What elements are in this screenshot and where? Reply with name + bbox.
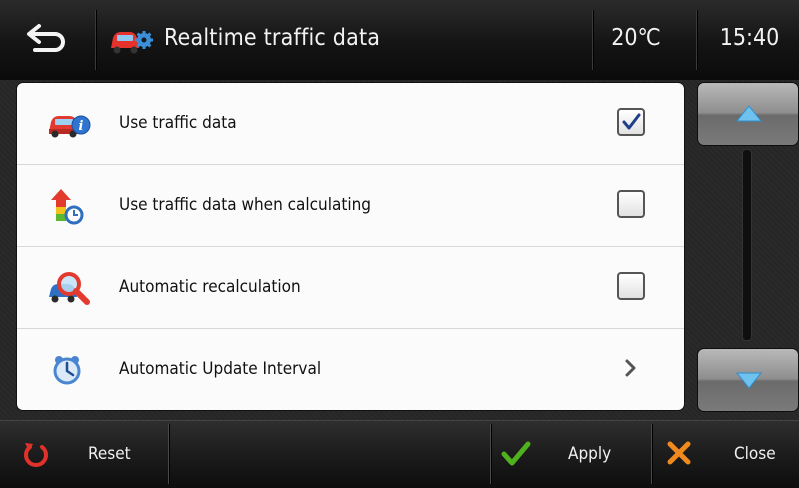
svg-text:i: i — [79, 119, 84, 134]
clock-readout: 15:40 — [719, 25, 780, 51]
setting-label: Use traffic data — [119, 113, 237, 133]
setting-label: Use traffic data when calculating — [119, 195, 372, 215]
automatic-recalculation-checkbox[interactable] — [617, 272, 645, 300]
use-traffic-data-checkbox[interactable] — [617, 108, 645, 136]
setting-use-traffic-data[interactable]: i Use traffic data — [17, 83, 684, 165]
reset-button[interactable]: Reset — [0, 420, 168, 487]
checkmark-icon — [501, 441, 531, 466]
arrow-clock-icon — [51, 189, 84, 225]
use-traffic-data-when-calculating-checkbox[interactable] — [617, 190, 645, 218]
car-settings-icon — [111, 31, 153, 54]
setting-label: Automatic Update Interval — [119, 359, 322, 379]
car-info-icon: i — [49, 115, 91, 138]
chevron-right-icon — [625, 359, 636, 377]
setting-automatic-update-interval[interactable]: Automatic Update Interval — [17, 329, 684, 410]
close-button[interactable]: Close — [652, 420, 799, 487]
close-label: Close — [734, 444, 776, 464]
reset-icon — [24, 443, 48, 467]
alarm-clock-icon — [53, 356, 81, 385]
top-bar: Realtime traffic data 20℃ 15:40 — [0, 0, 799, 80]
header-divider — [696, 10, 697, 70]
scroll-up-button[interactable] — [697, 82, 799, 146]
checkmark-icon — [622, 113, 641, 130]
arrow-down-icon — [736, 372, 762, 389]
scrollbar-track[interactable] — [743, 150, 751, 340]
setting-label: Automatic recalculation — [119, 277, 301, 297]
reset-label: Reset — [88, 444, 131, 464]
settings-list: i Use traffic data Use traffic data when… — [17, 83, 684, 410]
back-button[interactable] — [10, 8, 90, 72]
page-title: Realtime traffic data — [164, 25, 381, 51]
header-divider — [592, 10, 593, 70]
arrow-up-icon — [736, 105, 762, 122]
setting-use-traffic-data-when-calculating[interactable]: Use traffic data when calculating — [17, 165, 684, 247]
temperature-readout: 20℃ — [611, 25, 661, 51]
close-icon — [667, 441, 691, 465]
apply-button[interactable]: Apply — [491, 420, 651, 487]
back-arrow-icon — [27, 24, 65, 52]
setting-automatic-recalculation[interactable]: Automatic recalculation — [17, 247, 684, 329]
header-divider — [95, 10, 96, 70]
car-search-icon — [49, 272, 90, 305]
footer-divider — [168, 424, 169, 484]
apply-label: Apply — [568, 444, 612, 464]
scroll-down-button[interactable] — [697, 348, 799, 412]
